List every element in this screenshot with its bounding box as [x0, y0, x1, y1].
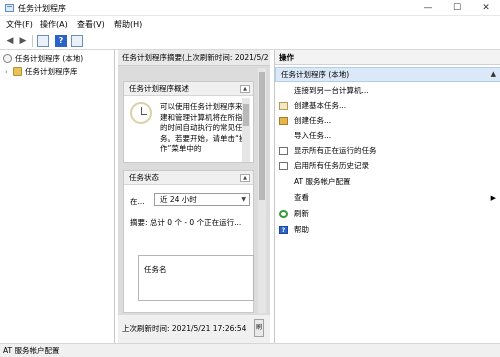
action-create-task-label: 创建任务...	[294, 116, 332, 125]
tree-item-root-label: 任务计划程序 (本地)	[15, 54, 84, 63]
task-status-group: 任务状态 ▲ 在... 近 24 小时 ▼ 摘要: 总计 0 个 - 0 个正在…	[123, 170, 254, 313]
task-status-header[interactable]: 任务状态 ▲	[124, 171, 253, 185]
action-show-running-tasks[interactable]: 显示所有正在运行的任务	[275, 144, 500, 158]
overview-scrollbar-thumb[interactable]	[243, 104, 249, 126]
action-create-basic-task-label: 创建基本任务...	[294, 101, 347, 110]
clock-icon	[3, 54, 12, 63]
summary-scrollbar[interactable]	[258, 68, 266, 313]
action-enable-history-label: 启用所有任务历史记录	[294, 161, 369, 170]
collapse-actions-icon[interactable]: ▲	[491, 68, 496, 81]
forward-arrow-icon[interactable]: ▶	[17, 35, 29, 47]
task-list[interactable]: 任务名	[138, 255, 254, 301]
status-bar: AT 服务帐户配置	[0, 343, 500, 357]
refresh-icon	[279, 210, 288, 218]
title-bar: 任务计划程序 — ☐ ✕	[0, 0, 500, 16]
chevron-down-icon: ▼	[241, 196, 246, 203]
status-bar-text: AT 服务帐户配置	[3, 346, 60, 355]
close-button[interactable]: ✕	[474, 0, 498, 16]
actions-section-title: 任务计划程序 (本地)	[281, 70, 350, 79]
refresh-bar: 上次刷新时间: 2021/5/21 17:26:54 刷	[118, 315, 270, 343]
collapse-overview-button[interactable]: ▲	[240, 85, 250, 93]
action-refresh-label: 刷新	[294, 209, 309, 218]
status-summary: 摘要: 总计 0 个 - 0 个正在运行...	[130, 218, 242, 227]
window-title: 任务计划程序	[18, 4, 66, 13]
summary-header: 任务计划程序摘要(上次刷新时间: 2021/5/2	[118, 50, 270, 66]
overview-title: 任务计划程序概述	[129, 84, 189, 93]
action-show-running-tasks-label: 显示所有正在运行的任务	[294, 146, 377, 155]
action-create-basic-task[interactable]: 创建基本任务...	[275, 99, 500, 113]
list-icon	[279, 147, 288, 155]
new-task-icon	[279, 117, 288, 125]
action-help-label: 帮助	[294, 225, 309, 234]
action-connect-computer[interactable]: 连接到另一台计算机...	[275, 84, 500, 98]
maximize-button[interactable]: ☐	[445, 0, 469, 16]
time-range-select[interactable]: 近 24 小时 ▼	[154, 193, 250, 206]
menu-action[interactable]: 操作(A)	[40, 19, 68, 30]
submenu-arrow-icon: ▶	[490, 194, 496, 202]
history-icon	[279, 162, 288, 170]
chevron-right-icon[interactable]: ›	[5, 66, 13, 78]
menu-view[interactable]: 查看(V)	[77, 19, 105, 30]
help-icon: ?	[279, 226, 288, 234]
action-at-service-config-label: AT 服务帐户配置	[294, 177, 351, 186]
collapse-status-button[interactable]: ▲	[240, 174, 250, 182]
action-import-task-label: 导入任务...	[294, 131, 332, 140]
summary-pane: 任务计划程序摘要(上次刷新时间: 2021/5/2 任务计划程序概述 ▲ 可以使…	[118, 50, 270, 343]
action-view-label: 查看	[294, 193, 309, 202]
refresh-button[interactable]: 刷	[254, 319, 264, 337]
console-tree: 任务计划程序 (本地) › 任务计划程序库	[0, 50, 115, 343]
toolbar: ◀ ▶ ?	[0, 32, 500, 50]
action-create-task[interactable]: 创建任务...	[275, 114, 500, 128]
tree-item-root[interactable]: 任务计划程序 (本地)	[3, 53, 83, 65]
action-connect-computer-label: 连接到另一台计算机...	[294, 86, 369, 95]
action-at-service-config[interactable]: AT 服务帐户配置	[275, 175, 500, 189]
task-status-title: 任务状态	[129, 173, 159, 182]
actions-pane: 操作 任务计划程序 (本地) ▲ 连接到另一台计算机... 创建基本任务... …	[274, 50, 500, 343]
folder-icon	[13, 67, 22, 76]
show-hide-console-tree-icon[interactable]	[37, 35, 49, 47]
back-arrow-icon[interactable]: ◀	[4, 35, 16, 47]
time-range-value: 近 24 小时	[160, 195, 197, 204]
last-refresh-time: 上次刷新时间: 2021/5/21 17:26:54	[122, 324, 247, 333]
summary-scrollbar-thumb[interactable]	[259, 72, 265, 200]
tree-item-library[interactable]: › 任务计划程序库	[5, 66, 78, 78]
action-import-task[interactable]: 导入任务...	[275, 129, 500, 143]
minimize-button[interactable]: —	[416, 0, 440, 16]
menu-bar: 文件(F) 操作(A) 查看(V) 帮助(H)	[0, 17, 500, 31]
show-hide-action-pane-icon[interactable]	[71, 35, 83, 47]
actions-section-header[interactable]: 任务计划程序 (本地) ▲	[275, 67, 500, 82]
action-refresh[interactable]: 刷新	[275, 207, 500, 221]
actions-header: 操作	[275, 50, 500, 65]
task-icon	[279, 102, 288, 110]
action-help[interactable]: ? 帮助	[275, 223, 500, 237]
overview-group-header[interactable]: 任务计划程序概述 ▲	[124, 82, 253, 96]
status-range-label: 在...	[130, 197, 145, 206]
menu-file[interactable]: 文件(F)	[6, 19, 33, 30]
action-view[interactable]: 查看 ▶	[275, 191, 500, 205]
clock-icon	[130, 102, 152, 124]
overview-scrollbar[interactable]	[242, 98, 250, 162]
action-enable-history[interactable]: 启用所有任务历史记录	[275, 159, 500, 173]
overview-group: 任务计划程序概述 ▲ 可以使用任务计划程序来创建和管理计算机将在所指定的时间自动…	[123, 81, 254, 163]
overview-text: 可以使用任务计划程序来创建和管理计算机将在所指定的时间自动执行的常见任务。若要开…	[160, 102, 250, 153]
task-scheduler-app-icon	[5, 4, 14, 12]
task-name-column-header[interactable]: 任务名	[144, 264, 167, 275]
help-icon[interactable]: ?	[55, 35, 67, 47]
tree-item-library-label: 任务计划程序库	[25, 67, 78, 76]
menu-help[interactable]: 帮助(H)	[114, 19, 142, 30]
toolbar-separator	[32, 35, 33, 47]
